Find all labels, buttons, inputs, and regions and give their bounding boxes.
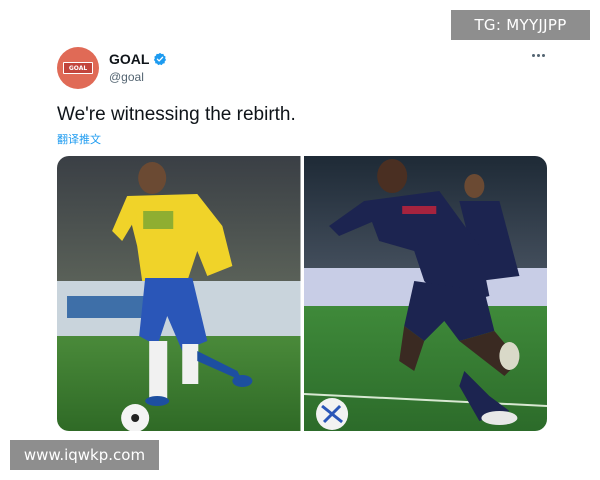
watermark-top: TG: MYYJJPP bbox=[451, 10, 590, 40]
right-photo[interactable] bbox=[303, 156, 547, 431]
display-name-row[interactable]: GOAL bbox=[109, 51, 167, 67]
right-photo-image bbox=[303, 156, 547, 431]
left-photo[interactable] bbox=[57, 156, 301, 431]
translate-tweet-link[interactable]: 翻译推文 bbox=[57, 131, 101, 147]
watermark-bottom: www.iqwkp.com bbox=[10, 440, 159, 470]
verified-badge-icon bbox=[154, 52, 167, 66]
more-options-icon[interactable] bbox=[528, 48, 548, 62]
goal-logo: GOAL bbox=[63, 62, 93, 74]
handle[interactable]: @goal bbox=[109, 70, 144, 84]
left-photo-image bbox=[57, 156, 301, 431]
tweet-text: We're witnessing the rebirth. bbox=[57, 104, 296, 125]
avatar[interactable]: GOAL bbox=[57, 47, 99, 89]
display-name[interactable]: GOAL bbox=[109, 51, 149, 67]
media-grid bbox=[57, 156, 547, 431]
